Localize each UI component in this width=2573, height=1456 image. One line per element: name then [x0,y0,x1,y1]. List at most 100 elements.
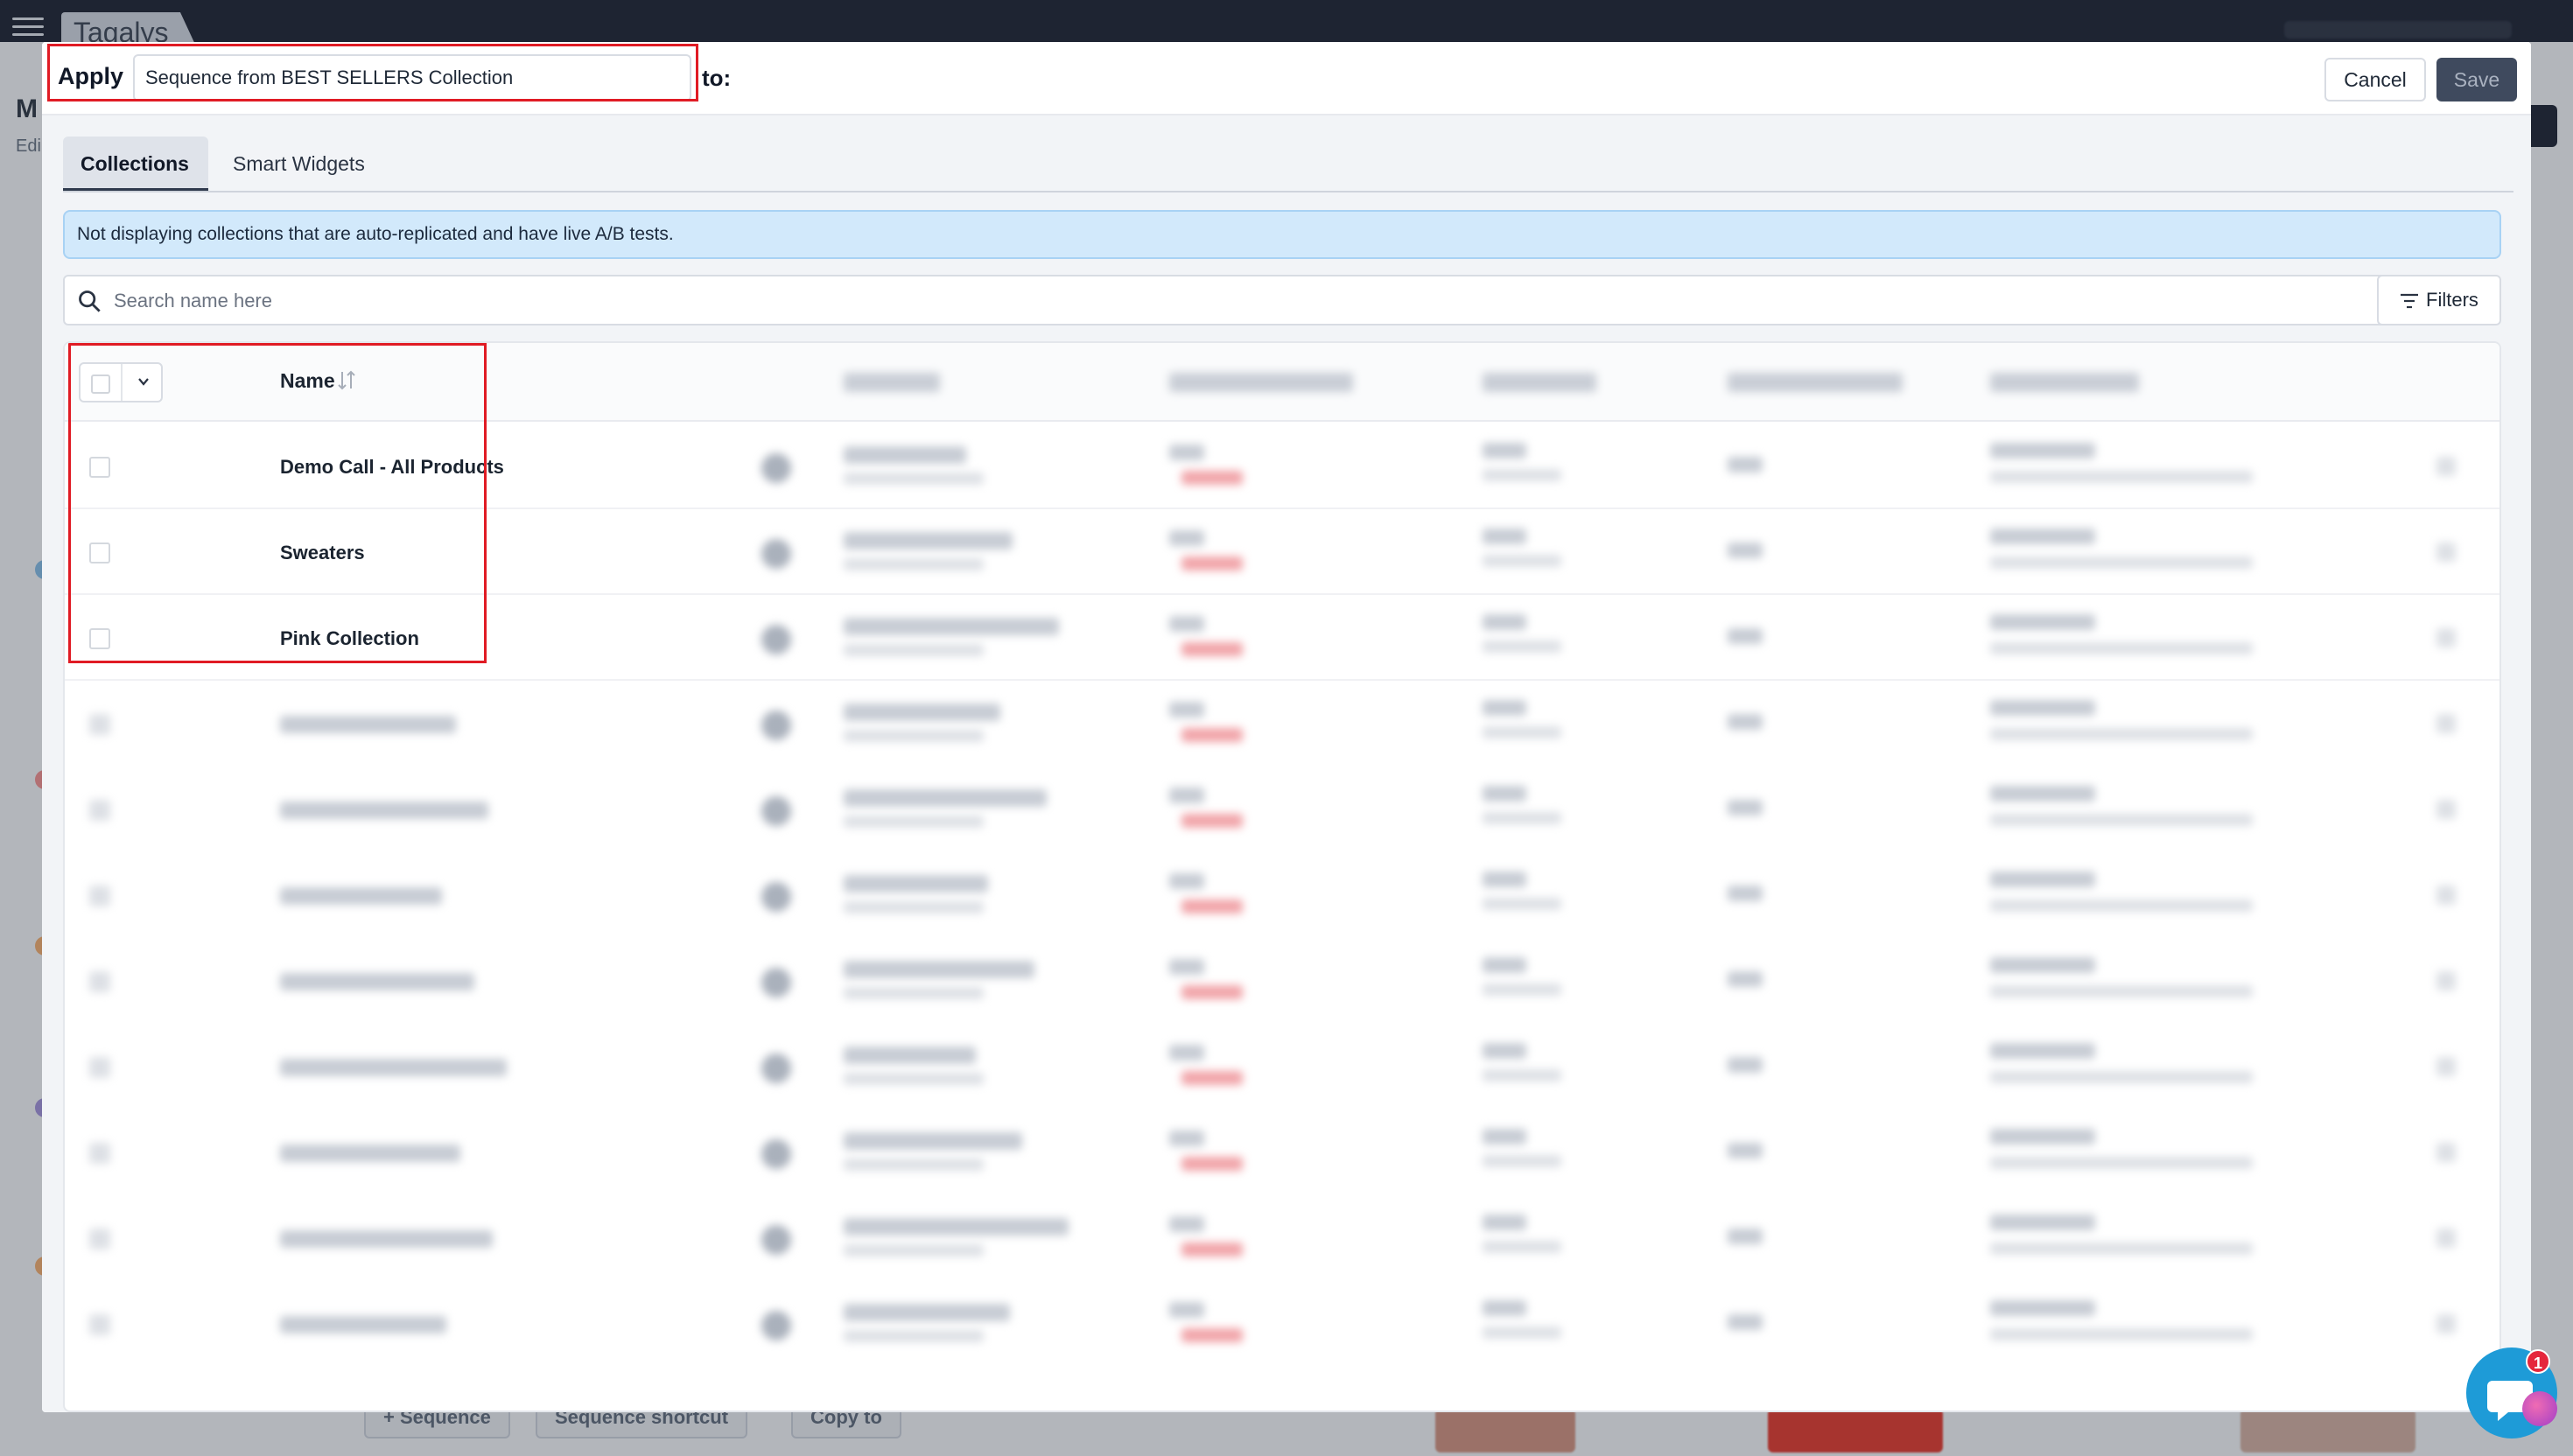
blurred-icon [761,1225,791,1255]
blurred-name [280,973,474,990]
blurred-cell [1483,528,1526,544]
blurred-cell [1483,1155,1561,1167]
blurred-cell [1990,528,2095,544]
blurred-cell [1169,702,1204,718]
blurred-cell [1181,900,1243,914]
cancel-button[interactable]: Cancel [2324,58,2426,102]
blurred-icon [2436,542,2456,562]
blurred-cell [844,789,1047,807]
blurred-cell [1181,471,1243,485]
blurred-cell [1483,1129,1526,1144]
blurred-cell [844,730,984,742]
blurred-cell [844,704,1000,721]
search-box[interactable] [63,275,2454,326]
blurred-icon [2436,1228,2456,1248]
blurred-icon [2436,628,2456,648]
blurred-cell [1990,728,2253,740]
column-header-name[interactable]: Name [280,369,335,393]
sequence-source-field[interactable] [133,54,691,102]
blurred-cell [1483,1069,1561,1082]
blurred-icon [2436,971,2456,990]
info-banner: Not displaying collections that are auto… [63,210,2501,259]
collection-name[interactable]: Sweaters [280,542,365,564]
blurred-cell [844,618,1059,635]
blurred-cell [844,644,984,656]
blurred-cell [1990,1214,2095,1230]
select-all-control[interactable] [79,362,163,402]
save-button[interactable]: Save [2436,58,2517,102]
blurred-cell [1169,616,1204,632]
collection-name[interactable]: Demo Call - All Products [280,456,504,479]
blurred-cell [1728,542,1763,558]
blurred-cell [1483,1214,1526,1230]
blurred-icon [2436,1314,2456,1334]
collections-table: Name Demo Call - All Products Sweaters P… [63,341,2501,1412]
chevron-down-icon[interactable] [137,374,151,388]
blurred-name [280,887,442,905]
blurred-icon [761,710,791,740]
table-header: Name [65,343,2499,422]
blurred-cell [1181,1157,1243,1171]
select-all-checkbox[interactable] [91,374,110,394]
blurred-column-header [1169,373,1353,392]
brain-icon[interactable] [2522,1391,2557,1426]
blurred-icon [761,968,791,998]
blurred-cell [1181,985,1243,999]
blurred-cell [1990,957,2095,973]
blurred-cell [1990,985,2253,998]
blurred-column-header [1728,373,1903,392]
row-checkbox[interactable] [89,542,110,564]
blurred-icon [761,1311,791,1340]
blurred-cell [1169,788,1204,803]
blurred-cell [1483,555,1561,567]
blurred-cell [1169,444,1204,460]
filters-label: Filters [2426,289,2478,311]
blurred-icon [2436,1143,2456,1162]
blurred-name [280,716,456,733]
blurred-cell [844,816,984,828]
row-checkbox[interactable] [89,457,110,478]
blurred-name [280,1316,446,1334]
blurred-cell [1483,443,1526,458]
blurred-checkbox [89,800,110,821]
blurred-icon [2436,457,2456,476]
blurred-cell [1181,556,1243,570]
tab-collections[interactable]: Collections [63,136,208,191]
tab-bar: Collections Smart Widgets [63,136,2513,192]
row-checkbox[interactable] [89,628,110,649]
filter-icon [2401,294,2419,309]
blurred-cell [1169,1216,1204,1232]
blurred-cell [844,472,984,485]
blurred-cell [1990,872,2095,887]
blurred-cell [1728,1314,1763,1330]
search-input[interactable] [114,284,2433,318]
table-row[interactable]: Pink Collection [65,595,2499,681]
blurred-cell [1483,700,1526,716]
table-row[interactable]: Demo Call - All Products [65,424,2499,509]
blurred-checkbox [89,971,110,992]
blurred-cell [1483,726,1561,738]
blurred-cell [844,1158,984,1171]
table-row[interactable]: Sweaters [65,509,2499,595]
filters-button[interactable]: Filters [2377,275,2501,326]
blurred-cell [1728,457,1763,472]
blurred-cell [1169,530,1204,546]
blurred-cell [1483,786,1526,802]
blurred-cell [1483,1241,1561,1253]
blurred-cell [1181,728,1243,742]
blurred-cell [844,446,966,464]
blurred-cell [1169,1045,1204,1060]
blurred-icon [761,453,791,483]
sort-icon[interactable] [336,369,357,392]
collection-name[interactable]: Pink Collection [280,627,419,650]
blurred-icon [761,539,791,569]
blurred-name [280,1059,507,1076]
blurred-icon [761,625,791,654]
blurred-cell [1483,469,1561,481]
blurred-cell [1990,1129,2095,1144]
tab-smart-widgets[interactable]: Smart Widgets [215,136,382,191]
blurred-cell [1169,1302,1204,1318]
blurred-cell [844,1304,1010,1321]
blurred-cell [1990,471,2253,483]
blurred-cell [1990,1157,2253,1169]
